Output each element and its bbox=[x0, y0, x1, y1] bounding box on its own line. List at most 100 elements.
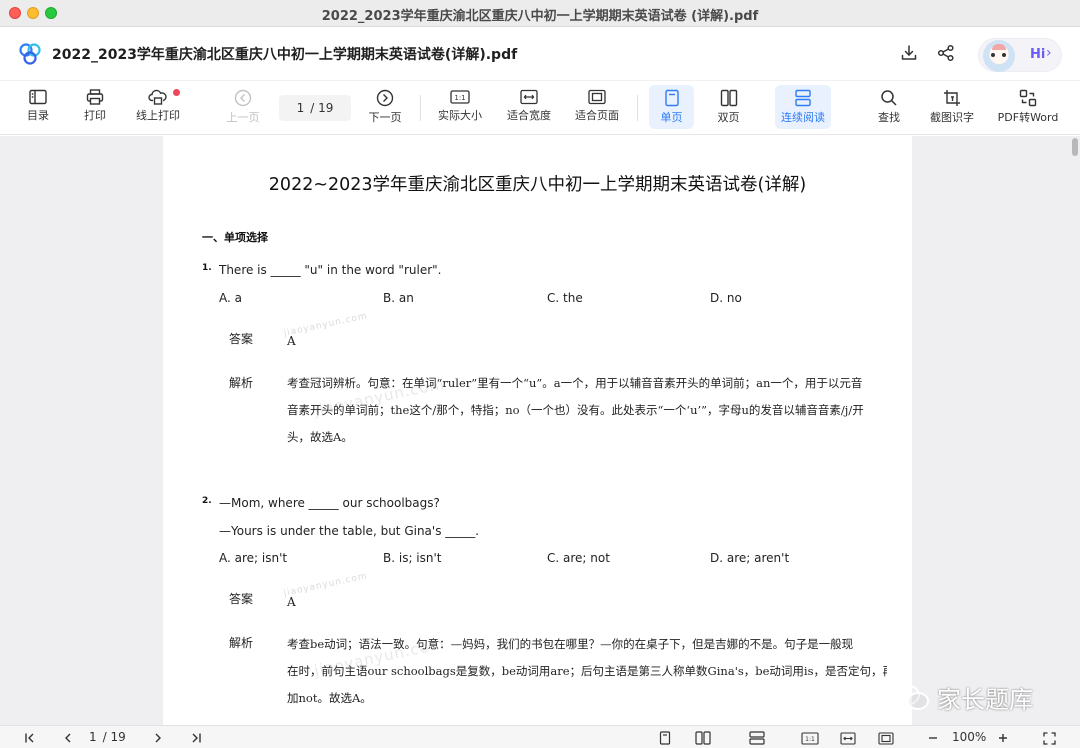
page-number-field[interactable]: 1 / 19 bbox=[279, 95, 351, 121]
document-viewer[interactable]: 2022~2023学年重庆渝北区重庆八中初一上学期期末英语试卷(详解) 一、单项… bbox=[0, 136, 1080, 725]
zoom-in-button[interactable] bbox=[994, 729, 1012, 747]
status-fit-page-button[interactable] bbox=[876, 729, 896, 747]
continuous-icon bbox=[749, 731, 765, 745]
toolbar-pdf-to-word-button[interactable]: PDF转Word bbox=[995, 85, 1061, 129]
answer-label: 答案 bbox=[229, 332, 254, 346]
chevron-right-icon: › bbox=[1046, 45, 1052, 61]
status-current-page: 1 bbox=[89, 730, 97, 744]
toolbar-single-page-button[interactable]: 单页 bbox=[649, 85, 694, 129]
toolbar-next-page-button[interactable]: 下一页 bbox=[363, 85, 407, 129]
document-title: 2022_2023学年重庆渝北区重庆八中初一上学期期末英语试卷(详解).pdf bbox=[52, 47, 518, 63]
assistant-greeting: Hi bbox=[1030, 47, 1046, 62]
plus-icon bbox=[999, 734, 1007, 742]
explanation-line: 头，故选A。 bbox=[287, 430, 353, 444]
new-badge-dot bbox=[173, 89, 180, 96]
prev-page-icon bbox=[234, 89, 252, 107]
app-logo-icon bbox=[19, 43, 41, 65]
chevron-right-icon bbox=[155, 733, 161, 743]
explanation-label: 解析 bbox=[229, 636, 254, 650]
status-continuous-button[interactable] bbox=[747, 729, 767, 747]
toolbar-label: PDF转Word bbox=[997, 111, 1059, 124]
question-number: 1. bbox=[202, 263, 212, 273]
window-titlebar: 2022_2023学年重庆渝北区重庆八中初一上学期期末英语试卷 (详解).pdf bbox=[0, 0, 1080, 27]
explanation-text: 考查冠词辨析。句意：在单词“ruler”里有一个“u”。a一个，用于以辅音音素开… bbox=[287, 370, 887, 451]
status-actual-size-button[interactable]: 1:1 bbox=[800, 729, 820, 747]
last-page-button[interactable] bbox=[188, 729, 204, 747]
continuous-icon bbox=[795, 89, 811, 107]
option-a: A. are; isn't bbox=[219, 551, 288, 565]
double-page-icon bbox=[695, 731, 711, 745]
ai-assistant-button[interactable]: Hi › bbox=[978, 38, 1062, 72]
zoom-out-button[interactable] bbox=[924, 729, 942, 747]
option-b: B. is; isn't bbox=[383, 551, 442, 565]
toolbar-label: 上一页 bbox=[226, 111, 260, 124]
toolbar-label: 实际大小 bbox=[438, 109, 482, 122]
first-page-icon bbox=[25, 733, 34, 743]
toolbar-label: 适合宽度 bbox=[507, 109, 551, 122]
toolbar-prev-page-button[interactable]: 上一页 bbox=[221, 85, 265, 129]
outline-icon bbox=[29, 89, 47, 105]
status-bar: 1 / 19 1:1 100% bbox=[0, 725, 1080, 748]
toolbar-fit-width-button[interactable]: 适合宽度 bbox=[502, 85, 556, 129]
toolbar-screenshot-ocr-button[interactable]: 截图识字 bbox=[925, 85, 979, 129]
screenshot-ocr-icon bbox=[944, 90, 960, 106]
first-page-button[interactable] bbox=[22, 729, 38, 747]
status-double-page-button[interactable] bbox=[694, 729, 712, 747]
explanation-label: 解析 bbox=[229, 376, 254, 390]
option-a: A. a bbox=[219, 291, 242, 305]
toolbar-label: 目录 bbox=[27, 109, 49, 122]
total-pages-value: / 19 bbox=[310, 101, 334, 115]
fit-width-icon bbox=[840, 731, 856, 745]
watermark-text: jiaoyanyun.com bbox=[282, 571, 369, 599]
status-single-page-button[interactable] bbox=[656, 729, 674, 747]
vertical-scrollbar-thumb[interactable] bbox=[1072, 138, 1078, 156]
toolbar-double-page-button[interactable]: 双页 bbox=[706, 85, 751, 129]
printer-icon bbox=[86, 89, 104, 105]
status-fit-width-button[interactable] bbox=[838, 729, 858, 747]
single-page-icon bbox=[659, 731, 671, 745]
toolbar-fit-page-button[interactable]: 适合页面 bbox=[570, 85, 624, 129]
toolbar-label: 适合页面 bbox=[575, 109, 619, 122]
double-page-icon bbox=[720, 89, 737, 107]
question-stem: There is _____ "u" in the word "ruler". bbox=[219, 263, 442, 277]
toolbar-outline-button[interactable]: 目录 bbox=[16, 85, 60, 129]
prev-page-button[interactable] bbox=[60, 729, 76, 747]
option-c: C. are; not bbox=[547, 551, 610, 565]
current-page-value: 1 bbox=[296, 101, 305, 115]
toolbar-actual-size-button[interactable]: 1:1 实际大小 bbox=[433, 85, 487, 129]
zoom-level[interactable]: 100% bbox=[952, 730, 986, 744]
last-page-icon bbox=[192, 733, 201, 743]
toolbar-label: 下一页 bbox=[368, 111, 402, 124]
toolbar-divider bbox=[420, 95, 421, 121]
window-title: 2022_2023学年重庆渝北区重庆八中初一上学期期末英语试卷 (详解).pdf bbox=[321, 9, 759, 24]
explanation-line: 加not。故选A。 bbox=[287, 691, 372, 705]
toolbar-label: 双页 bbox=[717, 111, 740, 124]
toolbar-label: 线上打印 bbox=[136, 109, 180, 122]
next-page-icon bbox=[376, 89, 394, 107]
option-d: D. are; aren't bbox=[710, 551, 790, 565]
question-stem: —Mom, where _____ our schoolbags? bbox=[219, 496, 440, 510]
fit-page-icon bbox=[588, 89, 606, 105]
document-heading: 2022~2023学年重庆渝北区重庆八中初一上学期期末英语试卷(详解) bbox=[268, 175, 807, 195]
download-button[interactable] bbox=[898, 42, 920, 64]
actual-size-icon: 1:1 bbox=[801, 731, 819, 745]
toolbar-label: 连续阅读 bbox=[781, 111, 825, 124]
status-actual-size-glyph: 1:1 bbox=[805, 736, 815, 743]
download-icon bbox=[901, 45, 917, 60]
share-button[interactable] bbox=[935, 42, 957, 64]
status-total-pages: / 19 bbox=[102, 730, 126, 744]
toolbar-continuous-button[interactable]: 连续阅读 bbox=[775, 85, 831, 129]
question-number: 2. bbox=[202, 496, 212, 506]
fullscreen-icon bbox=[1042, 731, 1056, 745]
toolbar-search-button[interactable]: 查找 bbox=[867, 85, 911, 129]
fullscreen-button[interactable] bbox=[1040, 729, 1058, 747]
minus-icon bbox=[929, 737, 937, 739]
status-page-indicator[interactable]: 1 / 19 bbox=[89, 730, 126, 744]
actual-size-icon: 1:1 bbox=[450, 90, 470, 104]
next-page-button[interactable] bbox=[150, 729, 166, 747]
toolbar-label: 截图识字 bbox=[930, 111, 974, 124]
share-icon bbox=[937, 44, 954, 62]
toolbar-print-button[interactable]: 打印 bbox=[73, 85, 117, 129]
answer-label: 答案 bbox=[229, 592, 254, 606]
option-c: C. the bbox=[547, 291, 583, 305]
